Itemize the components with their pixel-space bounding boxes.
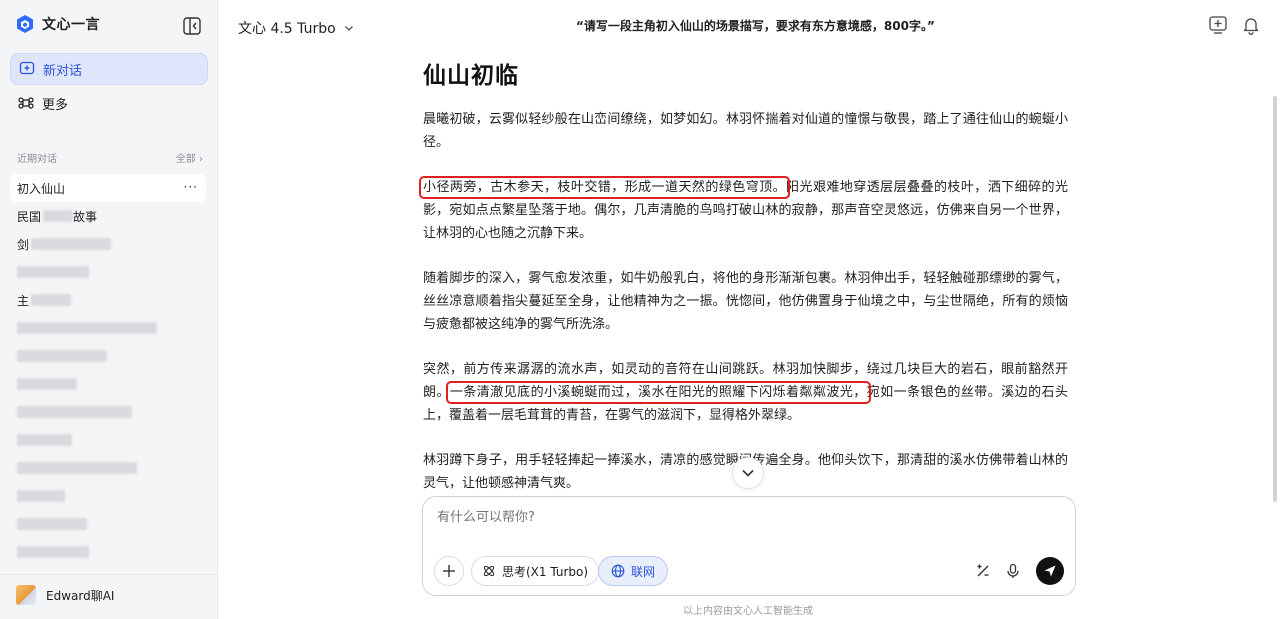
recent-item-label: 民国 [17, 209, 42, 224]
new-chat-label: 新对话 [43, 63, 83, 79]
more-label: 更多 [42, 97, 69, 113]
recent-item[interactable] [10, 314, 206, 342]
more-options-icon[interactable]: ··· [184, 180, 198, 194]
percent-slash-icon [977, 564, 989, 577]
blurred-text [17, 518, 87, 530]
conversation-title: “请写一段主角初入仙山的场景描写，要求有东方意境感，800字。” [576, 19, 935, 33]
prompt-tools-button[interactable] [971, 559, 995, 583]
recent-item[interactable] [10, 482, 206, 510]
recent-label: 近期对话 [17, 154, 57, 165]
recent-item-suffix: 故事 [73, 209, 98, 224]
recent-item[interactable]: 主 [10, 286, 206, 314]
blurred-text [17, 546, 89, 558]
recent-item[interactable]: 初入仙山 ··· [10, 174, 206, 202]
recent-item-label: 剑 [17, 237, 30, 252]
paragraph: 突然，前方传来潺潺的流水声，如灵动的音符在山间跳跃。林羽加快脚步，绕过几块巨大的… [423, 358, 1068, 427]
blurred-text [31, 294, 72, 306]
new-chat-icon [19, 61, 35, 75]
chat-composer: 思考(X1 Turbo) 联网 [422, 496, 1076, 596]
recent-header: 近期对话 全部 › [17, 150, 203, 165]
blurred-text [17, 406, 132, 418]
send-icon [1044, 565, 1056, 577]
recent-item[interactable] [10, 454, 206, 482]
response-title: 仙山初临 [423, 63, 519, 89]
scroll-to-bottom-button[interactable] [732, 457, 764, 489]
atom-icon [483, 565, 495, 577]
deep-think-label: 思考(X1 Turbo) [502, 564, 589, 579]
blurred-text [31, 238, 112, 250]
blurred-text [17, 434, 72, 446]
brand[interactable]: 文心一言 [16, 14, 100, 34]
assistant-response: 仙山初临 晨曦初破，云雾似轻纱般在山峦间缭绕，如梦如幻。林羽怀揣着对仙道的憧憬与… [418, 56, 1068, 517]
paragraph: 随着脚步的深入，雾气愈发浓重，如牛奶般乳白，将他的身形渐渐包裹。林羽伸出手，轻轻… [423, 271, 1068, 332]
recent-item[interactable]: 剑 [10, 230, 206, 258]
globe-icon [611, 564, 625, 578]
model-name: 文心 4.5 Turbo [238, 21, 336, 37]
recent-item[interactable] [10, 258, 206, 286]
add-attachment-button[interactable] [434, 556, 464, 586]
disclaimer-text: 以上内容由文心人工智能生成 [683, 606, 813, 617]
paragraph: 晨曦初破，云雾似轻纱般在山峦间缭绕，如梦如幻。林羽怀揣着对仙道的憧憬与敬畏，踏上… [423, 112, 1068, 150]
recent-item[interactable] [10, 538, 206, 566]
recent-item[interactable] [10, 370, 206, 398]
recent-item[interactable]: 民国 故事 [10, 202, 206, 230]
command-icon [18, 97, 34, 109]
blurred-text [17, 462, 137, 474]
recent-item[interactable] [10, 398, 206, 426]
web-search-label: 联网 [631, 564, 656, 579]
sidebar-divider [0, 574, 218, 575]
blurred-text [17, 322, 157, 334]
new-chat-button[interactable]: 新对话 [10, 53, 208, 85]
plus-icon [443, 565, 455, 577]
recent-item-label: 初入仙山 [17, 181, 66, 196]
voice-input-button[interactable] [1001, 559, 1025, 583]
web-search-toggle[interactable]: 联网 [598, 556, 669, 586]
deep-think-toggle[interactable]: 思考(X1 Turbo) [471, 556, 600, 586]
blurred-text [17, 378, 77, 390]
sidebar: 文心一言 新对话 更多 近期对话 全部 › 初入仙山 ··· 民国 故事 剑 主… [0, 0, 218, 619]
blurred-text [17, 266, 89, 278]
paragraph: 小径两旁，古木参天，枝叶交错，形成一道天然的绿色穹顶。阳光艰难地穿透层层叠叠的枝… [418, 176, 1068, 245]
model-selector[interactable]: 文心 4.5 Turbo [238, 18, 354, 38]
recent-item[interactable] [10, 426, 206, 454]
scrollbar[interactable] [1273, 96, 1277, 502]
blurred-text [17, 490, 65, 502]
microphone-icon [1007, 563, 1019, 578]
bell-icon[interactable] [1241, 15, 1261, 35]
highlighted-sentence: 一条清澈见底的小溪蜿蜒而过，溪水在阳光的照耀下闪烁着粼粼波光， [445, 381, 871, 404]
message-input[interactable] [437, 510, 1037, 525]
collapse-sidebar-icon[interactable] [182, 16, 202, 36]
chevron-down-icon [344, 26, 353, 31]
brand-name: 文心一言 [42, 17, 100, 33]
recent-list: 初入仙山 ··· 民国 故事 剑 主 [10, 174, 206, 566]
chevron-down-icon [742, 469, 754, 477]
more-button[interactable]: 更多 [10, 88, 208, 118]
recent-item[interactable] [10, 510, 206, 538]
blurred-text [43, 210, 74, 222]
blurred-text [17, 350, 107, 362]
new-window-icon[interactable] [1208, 15, 1228, 35]
recent-item-label: 主 [17, 293, 30, 308]
highlighted-sentence: 小径两旁，古木参天，枝叶交错，形成一道天然的绿色穹顶。 [418, 176, 791, 199]
send-button[interactable] [1036, 557, 1064, 585]
view-all-link[interactable]: 全部 › [176, 150, 203, 165]
recent-item[interactable] [10, 342, 206, 370]
user-name: Edward聊AI [46, 588, 115, 603]
wenxin-logo-icon [17, 15, 33, 33]
